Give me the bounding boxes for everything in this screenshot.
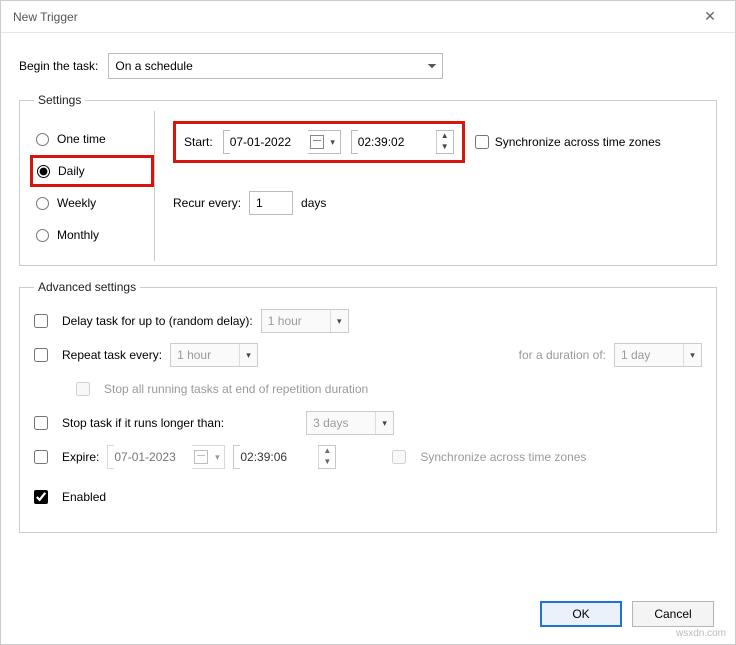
begin-task-select[interactable]: On a schedule bbox=[108, 53, 443, 79]
chevron-down-icon: ▾ bbox=[375, 412, 393, 434]
repeat-duration-combo[interactable]: 1 day ▾ bbox=[614, 343, 702, 367]
chevron-down-icon: ▾ bbox=[239, 344, 257, 366]
ok-button[interactable]: OK bbox=[540, 601, 622, 627]
advanced-legend: Advanced settings bbox=[34, 280, 140, 294]
chevron-down-icon: ▾ bbox=[683, 344, 701, 366]
begin-task-label: Begin the task: bbox=[19, 59, 98, 73]
calendar-icon bbox=[194, 450, 208, 464]
begin-task-row: Begin the task: On a schedule bbox=[19, 53, 717, 79]
radio-weekly[interactable] bbox=[36, 197, 49, 210]
repeat-duration-label: for a duration of: bbox=[519, 348, 606, 362]
window-title: New Trigger bbox=[13, 10, 78, 24]
delay-label: Delay task for up to (random delay): bbox=[62, 314, 253, 328]
repeat-interval-combo[interactable]: 1 hour ▾ bbox=[170, 343, 258, 367]
recur-value-input[interactable] bbox=[249, 191, 293, 215]
chevron-down-icon[interactable]: ▾ bbox=[326, 137, 340, 148]
dialog-footer: OK Cancel bbox=[540, 601, 714, 627]
expire-sync-label: Synchronize across time zones bbox=[420, 450, 586, 464]
radio-daily[interactable] bbox=[37, 165, 50, 178]
expire-checkbox[interactable] bbox=[34, 450, 48, 464]
advanced-group: Advanced settings Delay task for up to (… bbox=[19, 280, 717, 533]
delay-combo[interactable]: 1 hour ▾ bbox=[261, 309, 349, 333]
start-date-input[interactable] bbox=[230, 130, 308, 154]
stopall-label: Stop all running tasks at end of repetit… bbox=[104, 382, 368, 396]
recur-label: Recur every: bbox=[173, 196, 241, 210]
start-highlight: Start: ▾ ▲▼ bbox=[173, 121, 465, 163]
stopif-combo[interactable]: 3 days ▾ bbox=[306, 411, 394, 435]
expire-time-input[interactable] bbox=[240, 445, 318, 469]
start-time-input[interactable] bbox=[358, 130, 436, 154]
radio-monthly-label: Monthly bbox=[57, 228, 99, 242]
radio-monthly[interactable] bbox=[36, 229, 49, 242]
calendar-icon bbox=[310, 135, 324, 149]
repeat-label: Repeat task every: bbox=[62, 348, 162, 362]
titlebar: New Trigger ✕ bbox=[1, 1, 735, 33]
chevron-down-icon: ▾ bbox=[330, 310, 348, 332]
start-time-picker[interactable]: ▲▼ bbox=[351, 130, 454, 154]
sync-timezones-checkbox[interactable] bbox=[475, 135, 489, 149]
stopall-checkbox bbox=[76, 382, 90, 396]
dialog-body: Begin the task: On a schedule Settings O… bbox=[1, 33, 735, 557]
expire-label: Expire: bbox=[62, 450, 99, 464]
enabled-label: Enabled bbox=[62, 490, 106, 504]
divider bbox=[154, 111, 155, 261]
expire-time-picker[interactable]: ▲▼ bbox=[233, 445, 336, 469]
repeat-checkbox[interactable] bbox=[34, 348, 48, 362]
close-icon[interactable]: ✕ bbox=[695, 8, 725, 25]
time-spinner[interactable]: ▲▼ bbox=[436, 131, 453, 153]
settings-group: Settings One time Daily Weekly Monthly bbox=[19, 93, 717, 266]
recur-unit-label: days bbox=[301, 196, 326, 210]
start-label: Start: bbox=[184, 135, 213, 149]
expire-date-picker[interactable]: ▾ bbox=[107, 445, 225, 469]
start-date-picker[interactable]: ▾ bbox=[223, 130, 341, 154]
enabled-checkbox[interactable] bbox=[34, 490, 48, 504]
radio-daily-label: Daily bbox=[58, 164, 85, 178]
stopif-label: Stop task if it runs longer than: bbox=[62, 416, 224, 430]
watermark: wsxdn.com bbox=[676, 628, 726, 639]
sync-timezones-label: Synchronize across time zones bbox=[495, 135, 661, 149]
settings-legend: Settings bbox=[34, 93, 85, 107]
cancel-button[interactable]: Cancel bbox=[632, 601, 714, 627]
radio-weekly-label: Weekly bbox=[57, 196, 96, 210]
delay-checkbox[interactable] bbox=[34, 314, 48, 328]
chevron-down-icon: ▾ bbox=[210, 452, 224, 463]
radio-one-time-label: One time bbox=[57, 132, 106, 146]
time-spinner[interactable]: ▲▼ bbox=[318, 446, 335, 468]
frequency-radios: One time Daily Weekly Monthly bbox=[34, 117, 154, 251]
expire-sync-checkbox bbox=[392, 450, 406, 464]
expire-date-input[interactable] bbox=[114, 445, 192, 469]
radio-one-time[interactable] bbox=[36, 133, 49, 146]
stopif-checkbox[interactable] bbox=[34, 416, 48, 430]
